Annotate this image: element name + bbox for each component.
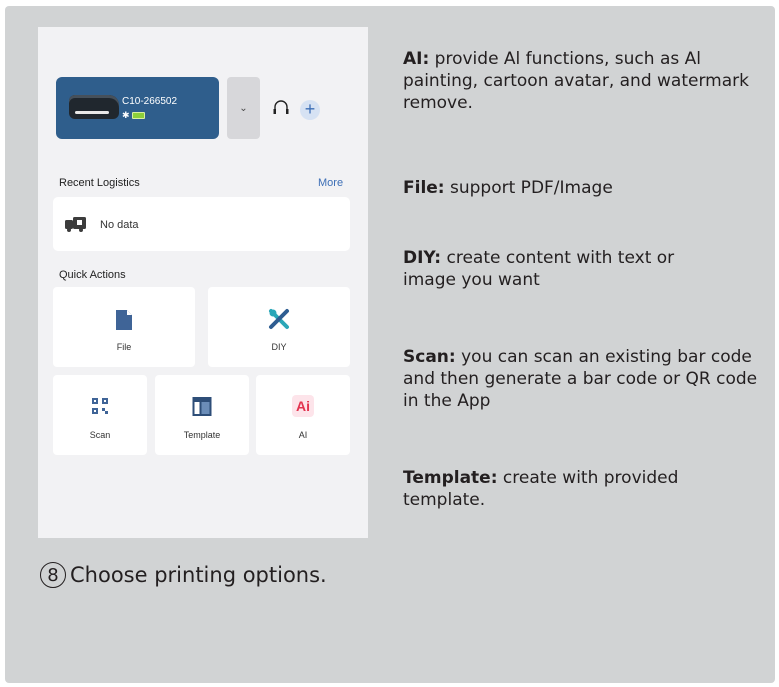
logistics-list: No data <box>53 197 350 251</box>
printer-icon <box>69 95 119 119</box>
ai-action-tile[interactable]: Ai AI <box>256 375 350 455</box>
ai-label: AI <box>298 430 308 440</box>
template-icon <box>192 397 212 416</box>
file-description: File: support PDF/Image <box>403 177 753 199</box>
no-data-text: No data <box>100 219 139 231</box>
scan-action-tile[interactable]: Scan <box>53 375 147 455</box>
template-description: Template: create with provided template. <box>403 467 753 511</box>
chevron-down-icon: ⌄ <box>239 102 248 114</box>
ai-icon: Ai <box>292 395 314 417</box>
printer-device-card[interactable]: C10-266502 ✱ <box>56 77 219 139</box>
quick-actions-title: Quick Actions <box>59 269 126 281</box>
scan-description: Scan: you can scan an existing bar code … <box>403 346 768 412</box>
step-text: Choose printing options. <box>70 563 327 587</box>
scan-label: Scan <box>89 430 111 440</box>
file-action-tile[interactable]: File <box>53 287 195 367</box>
diy-action-tile[interactable]: DIY <box>208 287 350 367</box>
tools-icon <box>269 309 289 329</box>
recent-logistics-title: Recent Logistics <box>59 177 140 189</box>
diy-text: create content with text or image you wa… <box>403 248 675 290</box>
scan-term: Scan: <box>403 347 456 367</box>
app-screenshot: C10-266502 ✱ ⌄ + Recent Logistics More N… <box>38 27 368 538</box>
ai-description: AI: provide Al functions, such as Al pai… <box>403 48 753 114</box>
file-icon <box>116 310 132 330</box>
truck-icon <box>65 217 86 232</box>
template-label: Template <box>183 430 221 440</box>
ai-term: AI: <box>403 49 430 69</box>
template-term: Template: <box>403 468 498 488</box>
file-text: support PDF/Image <box>444 178 613 198</box>
device-dropdown-button[interactable]: ⌄ <box>227 77 260 139</box>
step-instruction: 8 Choose printing options. <box>40 562 327 588</box>
diy-label: DIY <box>271 342 287 352</box>
file-term: File: <box>403 178 445 198</box>
add-device-icon[interactable]: + <box>300 100 320 120</box>
more-link[interactable]: More <box>318 177 343 189</box>
qr-scan-icon <box>92 398 108 414</box>
device-model: C10-266502 <box>122 96 178 107</box>
battery-icon <box>132 112 145 119</box>
diy-description: DIY: create content with text or image y… <box>403 247 723 291</box>
bluetooth-icon: ✱ <box>122 110 130 120</box>
step-number: 8 <box>40 562 66 588</box>
scan-text: you can scan an existing bar code and th… <box>403 347 758 411</box>
ai-text: provide Al functions, such as Al paintin… <box>403 49 749 113</box>
diy-term: DIY: <box>403 248 442 268</box>
instruction-panel: C10-266502 ✱ ⌄ + Recent Logistics More N… <box>5 6 775 683</box>
template-action-tile[interactable]: Template <box>155 375 249 455</box>
file-label: File <box>116 342 132 352</box>
headset-icon[interactable] <box>271 98 291 118</box>
